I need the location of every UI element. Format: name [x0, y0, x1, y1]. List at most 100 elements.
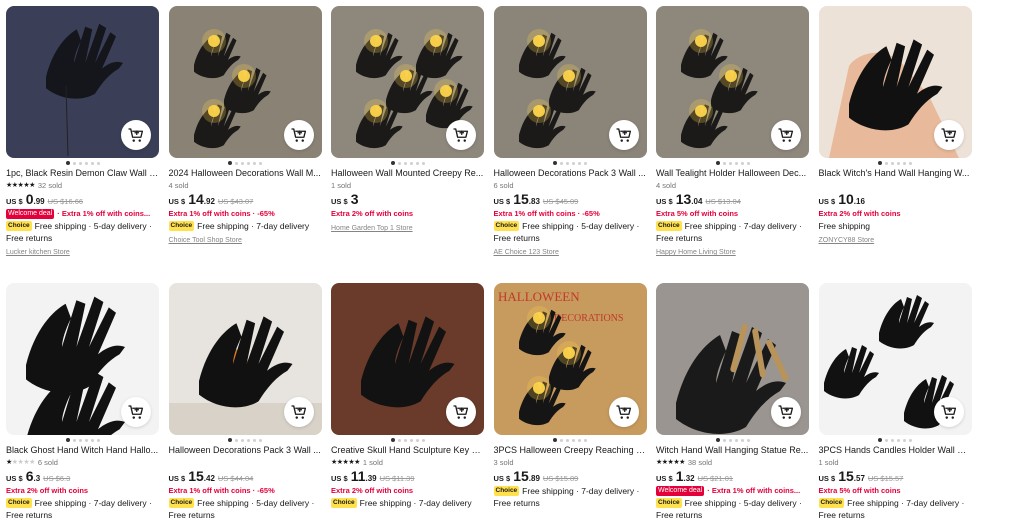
product-image-frame[interactable]	[6, 6, 159, 158]
sold-count: 4 sold	[656, 181, 677, 190]
shipping-row: Choice Free shipping · 7-day delivery ·	[656, 220, 809, 232]
product-card[interactable]: Halloween Decorations Pack 3 Wall ... 6 …	[493, 6, 647, 258]
coins-promo: · Extra 1% off with coins...	[57, 209, 151, 218]
product-title[interactable]: 2024 Halloween Decorations Wall M...	[169, 167, 322, 180]
image-carousel-dots	[494, 436, 647, 444]
price-currency: US $	[493, 474, 511, 483]
product-title[interactable]: Creative Skull Hand Sculpture Key S...	[331, 444, 484, 457]
product-title[interactable]: Black Ghost Hand Witch Hand Hallo...	[6, 444, 159, 457]
store-link[interactable]: Lucker kitchen Store	[6, 248, 159, 258]
product-card[interactable]: HALLOWEEN DECORATIONS 3PCS Halloween Cree…	[493, 283, 647, 509]
product-image-frame[interactable]	[493, 6, 647, 158]
product-image-frame[interactable]: HALLOWEEN DECORATIONS	[493, 283, 647, 435]
product-card[interactable]: Black Ghost Hand Witch Hand Hallo... ★★★…	[6, 283, 159, 521]
product-title[interactable]: Halloween Decorations Pack 3 Wall ...	[494, 167, 647, 180]
product-card[interactable]: Black Witch's Hand Wall Hanging W... US …	[818, 6, 972, 246]
promo-row: Welcome deal · Extra 1% off with coins...	[656, 485, 809, 497]
shipping-info: Free shipping · 7-day delivery	[197, 221, 310, 231]
image-carousel-dots	[169, 159, 322, 167]
promo-row: Extra 5% off with coins	[819, 485, 972, 497]
product-title[interactable]: 1pc, Black Resin Demon Claw Wall H...	[6, 167, 159, 180]
coins-promo: Extra 1% off with coins · -65%	[168, 209, 275, 218]
product-card[interactable]: Halloween Decorations Pack 3 Wall ... US…	[168, 283, 322, 521]
shipping-row: Choice Free shipping · 7-day delivery ·	[818, 497, 972, 509]
free-returns: Free returns	[168, 510, 215, 520]
store-link[interactable]: Home Garden Top 1 Store	[331, 224, 484, 234]
image-carousel-dots	[656, 159, 809, 167]
store-link[interactable]: AE Choice 123 Store	[494, 248, 647, 258]
shipping-row: Choice Free shipping · 7-day delivery ·	[493, 485, 647, 497]
product-image-frame[interactable]	[656, 6, 809, 158]
product-image-frame[interactable]	[6, 283, 159, 435]
product-card[interactable]: Creative Skull Hand Sculpture Key S... ★…	[331, 283, 484, 509]
image-carousel-dots	[819, 436, 972, 444]
shipping-info: Free shipping · 7-day delivery ·	[522, 486, 640, 496]
store-link[interactable]: Happy Home Living Store	[656, 248, 809, 258]
product-image-frame[interactable]	[168, 6, 322, 158]
sold-count: 6 sold	[37, 458, 58, 467]
free-returns: Free returns	[656, 233, 703, 243]
rating-sold-row	[169, 457, 322, 468]
product-image-frame[interactable]	[818, 6, 972, 158]
choice-badge: Choice	[168, 221, 195, 231]
coins-promo: Extra 5% off with coins	[656, 209, 739, 218]
free-returns: Free returns	[493, 498, 540, 508]
product-image-frame[interactable]	[818, 283, 972, 435]
rating-sold-row	[819, 180, 972, 191]
rating-sold-row: 4 sold	[169, 180, 322, 191]
price-row: US $13.04 US $13.04	[656, 191, 809, 208]
product-card[interactable]: Halloween Wall Mounted Creepy Re... 1 so…	[331, 6, 484, 234]
product-title[interactable]: Halloween Wall Mounted Creepy Re...	[331, 167, 484, 180]
price-integer: 13	[675, 191, 692, 207]
shipping-info: Free shipping	[818, 221, 871, 231]
price-integer: 10	[838, 191, 854, 207]
add-to-cart-icon[interactable]	[121, 397, 151, 427]
sold-count: 3 sold	[493, 458, 514, 467]
sold-count: 1 sold	[362, 458, 383, 467]
product-title[interactable]: Black Witch's Hand Wall Hanging W...	[819, 167, 972, 180]
product-card[interactable]: Witch Hand Wall Hanging Statue Re... ★★★…	[656, 283, 809, 521]
rating-stars: ★★★★★	[656, 459, 685, 466]
product-image-frame[interactable]	[331, 283, 484, 435]
product-image-frame[interactable]	[331, 6, 484, 158]
add-to-cart-icon[interactable]	[446, 120, 476, 150]
add-to-cart-icon[interactable]	[283, 397, 314, 427]
product-card[interactable]: 3PCS Hands Candles Holder Wall Ha... 1 s…	[818, 283, 972, 521]
product-image-frame[interactable]	[656, 283, 809, 435]
add-to-cart-icon[interactable]	[608, 397, 639, 427]
add-to-cart-icon[interactable]	[446, 397, 476, 427]
product-card[interactable]: 1pc, Black Resin Demon Claw Wall H... ★★…	[6, 6, 159, 258]
store-link[interactable]: ZONYCY88 Store	[819, 236, 972, 246]
price-integer: 1	[675, 468, 684, 484]
promo-row: Extra 2% off with coins	[331, 208, 484, 220]
product-title[interactable]: Wall Tealight Holder Halloween Dec...	[656, 167, 809, 180]
add-to-cart-icon[interactable]	[608, 120, 639, 150]
product-title[interactable]: Witch Hand Wall Hanging Statue Re...	[656, 444, 809, 457]
price-row: US $0.99 US $16.66	[6, 191, 159, 208]
choice-badge: Choice	[656, 498, 682, 508]
add-to-cart-icon[interactable]	[933, 397, 964, 427]
product-title[interactable]: Halloween Decorations Pack 3 Wall ...	[169, 444, 322, 457]
sold-count: 4 sold	[168, 181, 189, 190]
product-card[interactable]: 2024 Halloween Decorations Wall M... 4 s…	[168, 6, 322, 246]
product-title[interactable]: 3PCS Halloween Creepy Reaching H...	[494, 444, 647, 457]
add-to-cart-icon[interactable]	[283, 120, 314, 150]
rating-sold-row: 1 sold	[819, 457, 972, 468]
rating-sold-row: 4 sold	[656, 180, 809, 191]
rating-sold-row: ★★★★★ 32 sold	[6, 180, 159, 191]
product-card[interactable]: Wall Tealight Holder Halloween Dec... 4 …	[656, 6, 809, 258]
coins-promo: Extra 2% off with coins	[331, 209, 414, 218]
rating-sold-row: 1 sold	[331, 180, 484, 191]
add-to-cart-icon[interactable]	[771, 120, 801, 150]
add-to-cart-icon[interactable]	[933, 120, 964, 150]
store-link[interactable]: Choice Tool Shop Store	[169, 236, 322, 246]
coins-promo: Extra 5% off with coins	[818, 486, 901, 495]
image-carousel-dots	[331, 159, 484, 167]
product-title[interactable]: 3PCS Hands Candles Holder Wall Ha...	[819, 444, 972, 457]
shipping-row: Choice Free shipping · 5-day delivery ·	[6, 220, 159, 232]
add-to-cart-icon[interactable]	[121, 120, 151, 150]
product-image-frame[interactable]	[168, 283, 322, 435]
add-to-cart-icon[interactable]	[771, 397, 801, 427]
promo-row: Extra 1% off with coins · -65%	[169, 208, 322, 220]
free-returns: Free returns	[6, 233, 53, 243]
